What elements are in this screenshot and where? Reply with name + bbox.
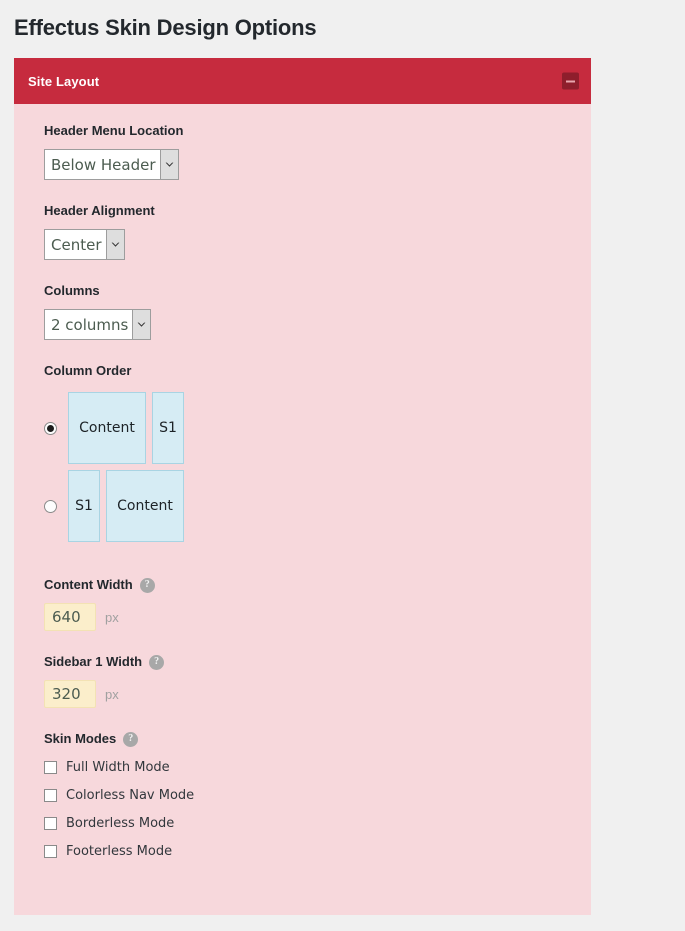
field-header-alignment: Header Alignment Center <box>14 202 591 260</box>
checkbox-borderless-mode[interactable] <box>44 817 57 830</box>
sidebar-1-width-label: Sidebar 1 Width ? <box>44 653 591 671</box>
skin-mode-row-colorless-nav[interactable]: Colorless Nav Mode <box>44 788 591 803</box>
field-sidebar-1-width: Sidebar 1 Width ? 320 px <box>14 653 591 708</box>
column-order-option-1[interactable]: Content S1 <box>44 392 591 464</box>
sidebar-1-width-row: 320 px <box>44 680 591 708</box>
column-order-options: Content S1 S1 Content <box>44 392 591 542</box>
layout-box-content: Content <box>68 392 146 464</box>
columns-select[interactable]: 2 columns <box>44 309 152 340</box>
chevron-down-icon[interactable] <box>132 310 151 339</box>
column-order-preview-1: Content S1 <box>68 392 184 464</box>
header-alignment-value: Center <box>51 235 102 254</box>
question-mark-icon[interactable]: ? <box>149 654 165 670</box>
content-width-row: 640 px <box>44 603 591 631</box>
header-alignment-label: Header Alignment <box>44 202 591 220</box>
content-width-input[interactable]: 640 <box>44 603 96 631</box>
column-order-label: Column Order <box>44 362 591 380</box>
page-title: Effectus Skin Design Options <box>14 15 317 40</box>
layout-box-s1: S1 <box>68 470 100 542</box>
options-page: Effectus Skin Design Options Site Layout… <box>0 0 685 931</box>
checkbox-label-full-width-mode[interactable]: Full Width Mode <box>66 760 170 775</box>
columns-value: 2 columns <box>51 315 129 334</box>
skin-mode-row-full-width[interactable]: Full Width Mode <box>44 760 591 775</box>
skin-modes-list: Full Width Mode Colorless Nav Mode Borde… <box>44 760 591 859</box>
column-order-label-text: Column Order <box>44 363 132 378</box>
content-width-unit: px <box>105 609 119 625</box>
panel-header-title: Site Layout <box>28 73 100 89</box>
header-menu-location-select[interactable]: Below Header <box>44 149 179 180</box>
header-menu-location-label-text: Header Menu Location <box>44 123 184 138</box>
skin-modes-label-text: Skin Modes <box>44 731 117 746</box>
columns-label-text: Columns <box>44 283 100 298</box>
field-column-order: Column Order Content S1 S1 Content <box>14 362 591 542</box>
skin-mode-row-borderless[interactable]: Borderless Mode <box>44 816 591 831</box>
sidebar-1-width-label-text: Sidebar 1 Width <box>44 654 143 669</box>
sidebar-1-width-unit: px <box>105 686 119 702</box>
field-skin-modes: Skin Modes ? Full Width Mode Colorless N… <box>14 730 591 859</box>
field-content-width: Content Width ? 640 px <box>14 576 591 631</box>
checkbox-label-borderless-mode[interactable]: Borderless Mode <box>66 816 174 831</box>
columns-label: Columns <box>44 282 591 300</box>
column-order-preview-2: S1 Content <box>68 470 184 542</box>
panel-body: Header Menu Location Below Header Header… <box>14 104 591 915</box>
header-menu-location-value: Below Header <box>51 155 156 174</box>
checkbox-full-width-mode[interactable] <box>44 761 57 774</box>
chevron-down-icon[interactable] <box>105 230 124 259</box>
field-header-menu-location: Header Menu Location Below Header <box>14 122 591 180</box>
header-alignment-select[interactable]: Center <box>44 229 125 260</box>
checkbox-footerless-mode[interactable] <box>44 845 57 858</box>
chevron-down-icon[interactable] <box>159 150 178 179</box>
content-width-label-text: Content Width <box>44 577 133 592</box>
minus-bar <box>566 80 575 82</box>
layout-box-content: Content <box>106 470 184 542</box>
field-columns: Columns 2 columns <box>14 282 591 340</box>
checkbox-label-colorless-nav-mode[interactable]: Colorless Nav Mode <box>66 788 194 803</box>
skin-mode-row-footerless[interactable]: Footerless Mode <box>44 844 591 859</box>
panel-header[interactable]: Site Layout <box>14 58 591 104</box>
column-order-option-2[interactable]: S1 Content <box>44 470 591 542</box>
column-order-radio-1[interactable] <box>44 421 57 435</box>
skin-modes-label: Skin Modes ? <box>44 730 591 748</box>
header-menu-location-label: Header Menu Location <box>44 122 591 140</box>
layout-box-s1: S1 <box>152 392 184 464</box>
site-layout-panel: Site Layout Header Menu Location Below H… <box>14 58 591 915</box>
checkbox-label-footerless-mode[interactable]: Footerless Mode <box>66 844 172 859</box>
question-mark-icon[interactable]: ? <box>123 731 139 747</box>
content-width-label: Content Width ? <box>44 576 591 594</box>
checkbox-colorless-nav-mode[interactable] <box>44 789 57 802</box>
header-alignment-label-text: Header Alignment <box>44 203 155 218</box>
sidebar-1-width-input[interactable]: 320 <box>44 680 96 708</box>
minus-icon[interactable] <box>562 72 579 90</box>
question-mark-icon[interactable]: ? <box>139 577 155 593</box>
column-order-radio-2[interactable] <box>44 499 57 513</box>
